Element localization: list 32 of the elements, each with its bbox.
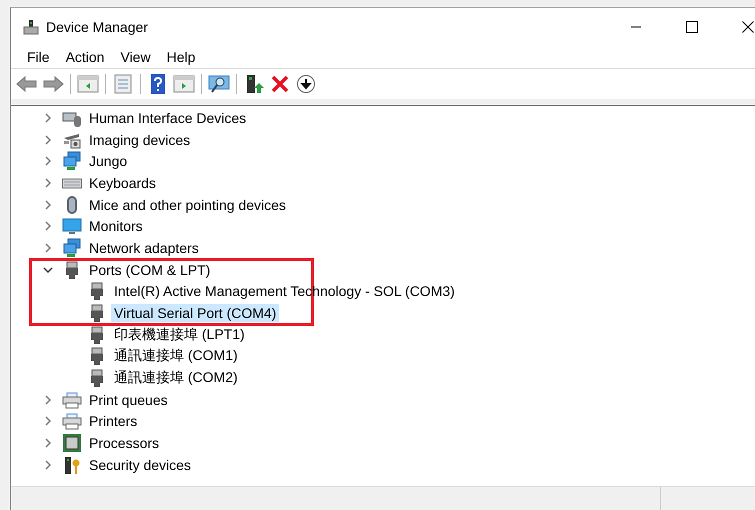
tree-item[interactable]: Printers <box>86 412 140 430</box>
tree-item[interactable]: Security devices <box>86 456 194 474</box>
key-device-icon <box>62 454 82 475</box>
printer-icon <box>62 390 82 410</box>
tree-item[interactable]: 印表機連接埠 (LPT1) <box>111 324 248 345</box>
tree-item[interactable]: Processors <box>86 434 162 452</box>
tree-item[interactable]: 通訊連接埠 (COM1) <box>111 346 241 366</box>
window-title: Device Manager <box>46 18 149 34</box>
tree-item[interactable]: Virtual Serial Port (COM4) <box>111 304 280 322</box>
tree-item[interactable]: Human Interface Devices <box>86 108 250 127</box>
app-icon <box>23 18 39 34</box>
close-icon[interactable] <box>742 20 754 32</box>
menu-item[interactable]: View <box>112 48 159 64</box>
chip-icon <box>62 433 82 454</box>
printer-icon <box>62 411 82 432</box>
tree-item[interactable]: Jungo <box>86 152 130 170</box>
tree-item[interactable]: Keyboards <box>86 174 159 192</box>
tree-item[interactable]: Imaging devices <box>86 130 194 149</box>
tree-item[interactable]: 通訊連接埠 (COM2) <box>111 368 241 388</box>
menu-item[interactable]: Action <box>58 48 112 64</box>
maximize-icon[interactable] <box>686 20 698 32</box>
menu-item[interactable]: Help <box>158 48 204 64</box>
network-computers-icon <box>62 151 82 172</box>
tree-item[interactable]: Mice and other pointing devices <box>86 196 289 214</box>
menu-item[interactable]: File <box>19 48 58 64</box>
tree-item[interactable]: Network adapters <box>86 238 202 257</box>
tree-item[interactable]: Monitors <box>86 217 146 236</box>
monitor-icon <box>62 216 82 236</box>
tree-item[interactable]: Print queues <box>86 390 171 409</box>
tree-item[interactable]: Ports (COM & LPT) <box>86 260 214 279</box>
down-arrow-circle-icon[interactable] <box>294 72 318 96</box>
network-computers-icon <box>62 238 82 258</box>
